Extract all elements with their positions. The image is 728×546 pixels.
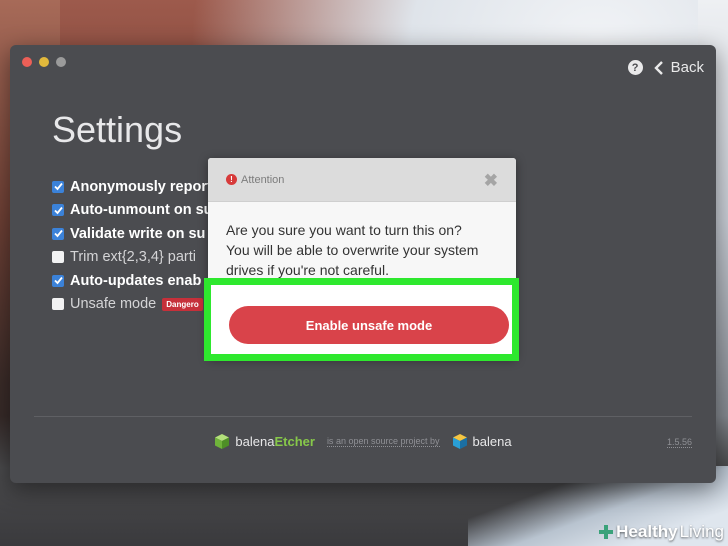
healthy-living-watermark: Healthy Living	[598, 522, 724, 542]
balena-cube-icon	[452, 434, 467, 449]
back-label: Back	[670, 59, 704, 76]
check-icon	[53, 206, 63, 215]
page-title: Settings	[52, 109, 183, 150]
option-label: Trim ext{2,3,4} parti	[70, 249, 196, 266]
footer: balenaEtcher is an open source project b…	[10, 433, 716, 450]
option-auto-unmount[interactable]: Auto-unmount on su	[52, 199, 213, 223]
version-label[interactable]: 1.5.56	[666, 437, 692, 448]
etcher-cube-icon	[215, 434, 230, 449]
plus-icon	[599, 525, 614, 539]
option-validate-write[interactable]: Validate write on su	[52, 222, 213, 246]
checkbox[interactable]	[52, 274, 64, 287]
back-button[interactable]: Back	[653, 59, 704, 76]
chevron-left-icon	[653, 60, 663, 75]
option-label: Auto-updates enab	[70, 272, 202, 289]
checkbox[interactable]	[52, 227, 64, 240]
check-icon	[53, 277, 63, 285]
top-right-controls: ? Back	[627, 59, 704, 76]
highlight-box: Enable unsafe mode	[204, 278, 519, 361]
option-label: Auto-unmount on su	[70, 202, 213, 219]
brand-name-balena: balena	[235, 434, 275, 449]
open-source-link[interactable]: is an open source project by	[326, 436, 440, 447]
close-window-button[interactable]	[22, 57, 32, 67]
watermark-healthy: Healthy	[616, 522, 678, 541]
checkbox[interactable]	[52, 180, 64, 193]
checkbox[interactable]	[52, 298, 64, 311]
modal-header: ! Attention	[208, 158, 516, 202]
highlight-inner: Enable unsafe mode	[211, 285, 512, 354]
option-auto-updates[interactable]: Auto-updates enab	[52, 269, 213, 293]
watermark-living: Living	[679, 522, 724, 541]
modal-message: Are you sure you want to turn this on? Y…	[226, 222, 479, 278]
option-trim-ext[interactable]: Trim ext{2,3,4} parti	[52, 246, 213, 270]
enable-unsafe-mode-button[interactable]: Enable unsafe mode	[229, 306, 509, 344]
check-icon	[53, 183, 63, 191]
checkbox[interactable]	[52, 204, 64, 217]
help-icon[interactable]: ?	[627, 60, 643, 75]
checkbox[interactable]	[52, 251, 64, 264]
company-name: balena	[472, 434, 512, 449]
check-icon	[53, 230, 63, 238]
close-icon[interactable]: ✖	[484, 171, 498, 191]
brand-name-etcher: Etcher	[274, 434, 315, 449]
option-label: Anonymously report	[70, 178, 212, 195]
balena-brand[interactable]: balena	[452, 433, 512, 450]
option-unsafe-mode[interactable]: Unsafe mode Dangero	[52, 293, 213, 317]
option-label: Unsafe mode	[70, 296, 157, 313]
modal-title: Attention	[241, 173, 285, 186]
window-controls	[22, 57, 66, 67]
option-anonymous-report[interactable]: Anonymously report	[52, 175, 213, 199]
etcher-brand[interactable]: balenaEtcher	[214, 433, 315, 450]
dangerous-badge: Dangero	[162, 297, 203, 311]
footer-divider	[34, 416, 692, 417]
option-label: Validate write on su	[70, 225, 206, 242]
settings-options: Anonymously report Auto-unmount on su Va…	[52, 175, 213, 316]
alert-icon: !	[226, 174, 237, 185]
minimize-window-button[interactable]	[39, 57, 49, 67]
zoom-window-button[interactable]	[56, 57, 66, 67]
